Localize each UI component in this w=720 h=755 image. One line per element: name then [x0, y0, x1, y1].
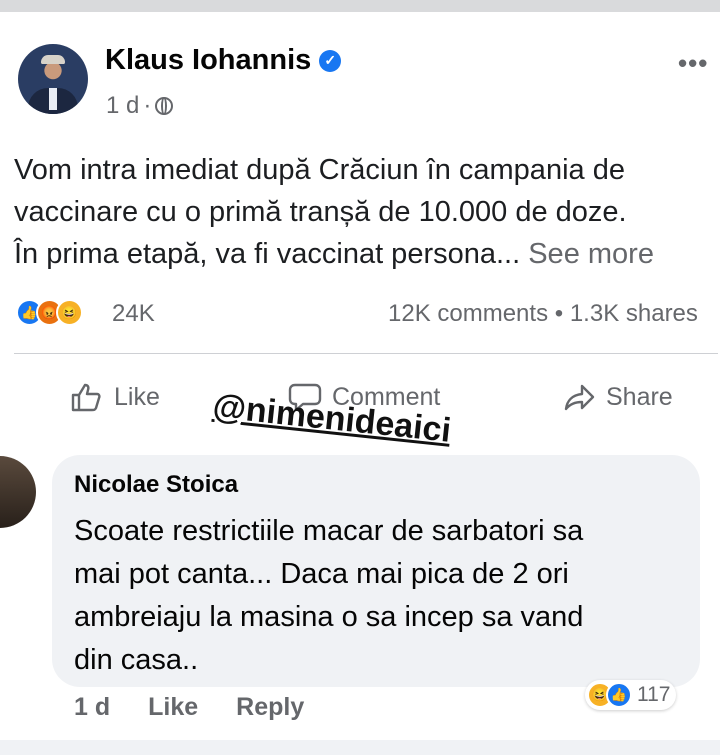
like-button[interactable]: Like — [70, 381, 160, 413]
post-text: Vom intra imediat după Crăciun în campan… — [14, 149, 718, 275]
post-counts: 12K comments • 1.3K shares — [388, 300, 698, 328]
comments-count[interactable]: 12K comments — [388, 300, 548, 327]
comment-like-button[interactable]: Like — [148, 693, 198, 722]
like-label: Like — [114, 382, 160, 411]
share-icon — [564, 384, 595, 411]
post-text-line-content: În prima etapă, va fi vaccinat persona..… — [14, 238, 521, 270]
comment-reaction-count: 117 — [637, 683, 671, 706]
post-text-line: În prima etapă, va fi vaccinat persona..… — [14, 233, 718, 275]
verified-badge-icon: ✓ — [319, 49, 342, 72]
comment-actions: 1 d Like Reply — [74, 693, 304, 722]
divider — [14, 353, 718, 354]
post-reaction-count[interactable]: 24K — [112, 300, 155, 328]
share-label: Share — [606, 382, 673, 411]
comment-text-line: ambreiaju la masina o sa incep sa vand — [74, 601, 584, 633]
shares-count[interactable]: 1.3K shares — [570, 300, 698, 327]
more-options-icon[interactable]: ••• — [678, 48, 708, 79]
comment-text-line: mai pot canta... Daca mai pica de 2 ori — [74, 558, 569, 590]
comment-text-line: Scoate restrictiile macar de sarbatori s… — [74, 515, 584, 547]
author-avatar[interactable] — [18, 44, 88, 114]
comment-text-line: din casa.. — [74, 644, 199, 676]
bottom-border — [0, 740, 720, 755]
meta-dot: · — [143, 92, 152, 119]
post-author-name[interactable]: Klaus Iohannis — [105, 44, 311, 77]
top-border — [0, 0, 720, 12]
like-icon: 👍 — [606, 682, 632, 708]
avatar-shirt — [49, 88, 57, 110]
post-meta: 1 d · — [106, 92, 174, 120]
counts-separator: • — [554, 300, 564, 327]
haha-icon: 😆 — [56, 299, 83, 326]
post-time[interactable]: 1 d — [106, 92, 139, 120]
commenter-avatar[interactable] — [0, 456, 36, 528]
thumbs-up-icon — [71, 383, 101, 412]
post-text-line: Vom intra imediat după Crăciun în campan… — [14, 154, 625, 186]
see-more-link[interactable]: See more — [528, 238, 654, 270]
comment-author[interactable]: Nicolae Stoica — [74, 471, 238, 499]
comment-text: Scoate restrictiile macar de sarbatori s… — [74, 510, 694, 682]
comment-time[interactable]: 1 d — [74, 693, 110, 722]
comment-reply-button[interactable]: Reply — [236, 693, 304, 722]
comment-reactions[interactable]: 😆 👍 117 — [585, 680, 677, 710]
post-text-line: vaccinare cu o primă tranșă de 10.000 de… — [14, 196, 627, 228]
avatar-hair — [41, 55, 65, 64]
globe-icon — [155, 97, 174, 115]
share-button[interactable]: Share — [562, 381, 673, 413]
post-reactions[interactable]: 👍 😡 😆 — [16, 299, 83, 326]
post-author[interactable]: Klaus Iohannis ✓ — [105, 44, 342, 77]
